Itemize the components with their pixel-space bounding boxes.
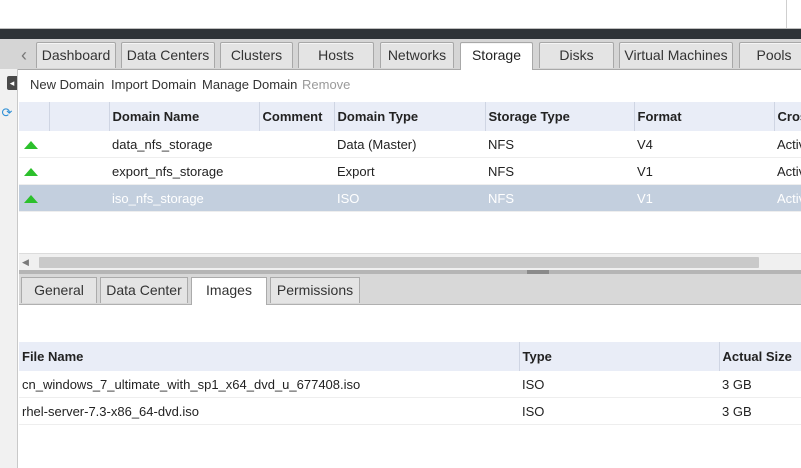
domain-name-cell: export_nfs_storage xyxy=(109,157,259,185)
storage-domains-table: Domain Name Comment Domain Type Storage … xyxy=(19,102,801,212)
tab-storage[interactable]: Storage xyxy=(460,42,533,70)
table-row[interactable]: data_nfs_storage Data (Master) NFS V4 Ac… xyxy=(19,131,801,158)
action-toolbar: New Domain Import Domain Manage Domain R… xyxy=(20,72,801,98)
tab-clusters[interactable]: Clusters xyxy=(220,42,293,68)
tab-disks[interactable]: Disks xyxy=(539,42,614,68)
left-tree-panel xyxy=(0,69,18,468)
size-cell: 3 GB xyxy=(719,397,801,425)
table-header-row: Domain Name Comment Domain Type Storage … xyxy=(19,102,801,131)
column-header-type[interactable]: Type xyxy=(519,342,720,371)
storage-type-cell: NFS xyxy=(485,157,634,185)
scrollbar-thumb[interactable] xyxy=(39,257,759,268)
status-up-icon xyxy=(24,195,38,204)
import-domain-button[interactable]: Import Domain xyxy=(111,72,196,98)
main-tab-strip: ‹ Dashboard Data Centers Clusters Hosts … xyxy=(0,39,801,70)
blank-column-header[interactable] xyxy=(49,102,110,131)
tab-hosts[interactable]: Hosts xyxy=(298,42,374,68)
new-domain-button[interactable]: New Domain xyxy=(30,72,104,98)
subtab-images[interactable]: Images xyxy=(191,277,267,305)
cross-cell: Activ xyxy=(774,157,801,185)
tab-virtual-machines[interactable]: Virtual Machines xyxy=(619,42,733,68)
collapse-panel-icon[interactable]: ◂ xyxy=(7,76,17,90)
domain-type-cell: Export xyxy=(334,157,485,185)
column-header-cross[interactable]: Cros xyxy=(774,102,801,131)
status-up-icon xyxy=(24,168,38,177)
images-table: File Name Type Actual Size cn_windows_7_… xyxy=(19,342,801,425)
tab-dashboard[interactable]: Dashboard xyxy=(36,42,116,68)
format-cell: V1 xyxy=(634,184,774,212)
type-cell: ISO xyxy=(519,371,719,398)
file-name-cell: cn_windows_7_ultimate_with_sp1_x64_dvd_u… xyxy=(19,371,519,398)
storage-type-cell: NFS xyxy=(485,131,634,158)
column-header-format[interactable]: Format xyxy=(634,102,775,131)
domain-name-cell: iso_nfs_storage xyxy=(109,184,259,212)
search-button[interactable] xyxy=(786,0,801,28)
domain-name-cell: data_nfs_storage xyxy=(109,131,259,158)
domain-type-cell: ISO xyxy=(334,184,485,212)
subtab-data-center[interactable]: Data Center xyxy=(100,277,188,303)
chevron-left-icon[interactable]: ‹ xyxy=(15,44,33,66)
search-bar[interactable] xyxy=(0,0,801,29)
column-header-domain-name[interactable]: Domain Name xyxy=(109,102,260,131)
subtab-general[interactable]: General xyxy=(21,277,97,303)
column-header-actual-size[interactable]: Actual Size xyxy=(719,342,801,371)
domain-type-cell: Data (Master) xyxy=(334,131,485,158)
format-cell: V1 xyxy=(634,157,774,185)
storage-type-cell: NFS xyxy=(485,184,634,212)
column-header-comment[interactable]: Comment xyxy=(259,102,335,131)
status-up-icon xyxy=(24,141,38,150)
table-row[interactable]: export_nfs_storage Export NFS V1 Activ xyxy=(19,157,801,185)
sub-tab-strip: General Data Center Images Permissions xyxy=(19,274,801,305)
tab-data-centers[interactable]: Data Centers xyxy=(121,42,215,68)
remove-button[interactable]: Remove xyxy=(302,72,350,98)
cross-cell: Activ xyxy=(774,184,801,212)
comment-cell xyxy=(259,184,334,212)
scroll-left-arrow-icon[interactable]: ◀ xyxy=(22,257,29,268)
type-cell: ISO xyxy=(519,397,719,425)
file-name-cell: rhel-server-7.3-x86_64-dvd.iso xyxy=(19,397,519,425)
tab-pools[interactable]: Pools xyxy=(739,42,801,68)
table-row[interactable]: rhel-server-7.3-x86_64-dvd.iso ISO 3 GB xyxy=(19,397,801,425)
column-header-domain-type[interactable]: Domain Type xyxy=(334,102,486,131)
comment-cell xyxy=(259,131,334,158)
cross-cell: Activ xyxy=(774,131,801,158)
table-row-selected[interactable]: iso_nfs_storage ISO NFS V1 Activ xyxy=(19,184,801,212)
table-row[interactable]: cn_windows_7_ultimate_with_sp1_x64_dvd_u… xyxy=(19,371,801,398)
manage-domain-button[interactable]: Manage Domain xyxy=(202,72,297,98)
column-header-storage-type[interactable]: Storage Type xyxy=(485,102,635,131)
tab-networks[interactable]: Networks xyxy=(380,42,454,68)
refresh-icon[interactable]: ⟳ xyxy=(0,106,14,120)
table-header-row: File Name Type Actual Size xyxy=(19,342,801,371)
column-header-file-name[interactable]: File Name xyxy=(19,342,520,371)
status-column-header[interactable] xyxy=(19,102,50,131)
header-band xyxy=(0,29,801,39)
comment-cell xyxy=(259,157,334,185)
subtab-permissions[interactable]: Permissions xyxy=(270,277,360,303)
horizontal-scrollbar[interactable]: ◀ xyxy=(19,253,801,270)
format-cell: V4 xyxy=(634,131,774,158)
size-cell: 3 GB xyxy=(719,371,801,398)
